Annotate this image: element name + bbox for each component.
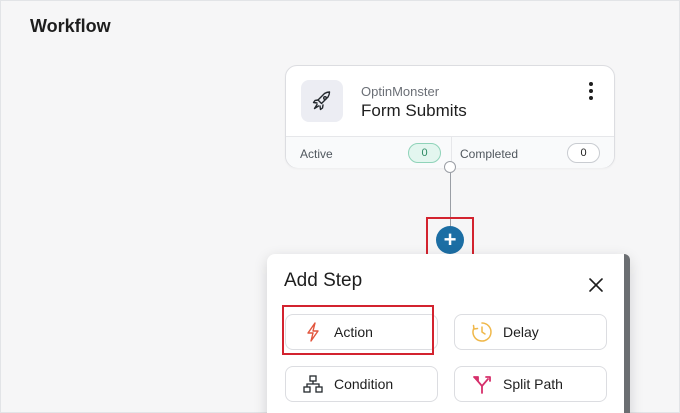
step-split-path-label: Split Path: [503, 376, 563, 392]
rocket-icon: [301, 80, 343, 122]
connector-node: [444, 161, 456, 173]
page-title: Workflow: [30, 16, 111, 36]
completed-count-badge: 0: [567, 143, 600, 163]
clock-icon: [471, 321, 493, 343]
add-step-button[interactable]: +: [436, 226, 464, 254]
active-count-badge: 0: [408, 143, 441, 163]
completed-label: Completed: [460, 147, 519, 161]
step-delay-label: Delay: [503, 324, 539, 340]
more-options-icon[interactable]: [586, 82, 596, 100]
panel-scrollbar[interactable]: [624, 254, 630, 413]
step-split-path-button[interactable]: Split Path: [454, 366, 607, 402]
plus-icon: +: [443, 227, 457, 252]
step-delay-button[interactable]: Delay: [454, 314, 607, 350]
close-icon[interactable]: [587, 276, 605, 294]
trigger-source: OptinMonster: [361, 84, 440, 99]
step-condition-label: Condition: [334, 376, 394, 392]
hierarchy-icon: [302, 373, 324, 395]
trigger-name: Form Submits: [361, 101, 467, 120]
action-highlight: [282, 305, 434, 355]
trigger-card[interactable]: OptinMonster Form Submits Active 0 Compl…: [285, 65, 615, 169]
active-label: Active: [300, 147, 333, 161]
split-arrows-icon: [471, 373, 493, 395]
panel-title: Add Step: [284, 270, 363, 291]
step-condition-button[interactable]: Condition: [285, 366, 438, 402]
